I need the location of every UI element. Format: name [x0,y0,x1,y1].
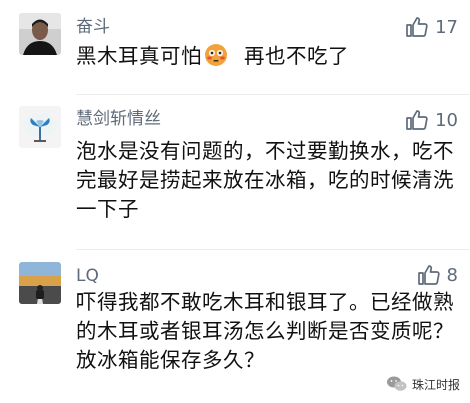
like-button[interactable]: 10 [405,107,458,133]
avatar[interactable] [19,262,61,304]
like-button[interactable]: 8 [417,262,458,288]
comment-text-part: 再也不吃了 [230,44,350,68]
like-count: 8 [446,264,458,286]
watermark-label: 珠江时报 [411,377,460,392]
thumbs-up-icon [417,265,440,285]
like-count: 17 [435,16,458,38]
avatar[interactable] [19,106,61,148]
flushed-face-icon [204,43,228,67]
divider [76,94,470,95]
like-button[interactable]: 17 [405,14,458,40]
watermark: 珠江时报 [386,375,460,393]
like-count: 10 [435,109,458,131]
username[interactable]: LQ [76,265,99,287]
thumbs-up-icon [406,17,428,37]
thumbs-up-icon [406,110,428,130]
username[interactable]: 奋斗 [76,16,110,38]
divider [76,249,470,250]
avatar[interactable] [19,13,61,55]
username[interactable]: 慧剑斩情丝 [76,108,161,130]
comment-text-part: 黑木耳真可怕 [76,44,202,68]
comment-text: 黑木耳真可怕 再也不吃了 [76,42,456,71]
comment-text: 泡水是没有问题的，不过要勤换水，吃不完最好是捞起来放在冰箱，吃的时候清洗一下子 [76,139,454,221]
wechat-icon [386,376,407,391]
comment-text: 吓得我都不敢吃木耳和银耳了。已经做熟的木耳或者银耳汤怎么判断是否变质呢？放冰箱能… [76,290,454,372]
